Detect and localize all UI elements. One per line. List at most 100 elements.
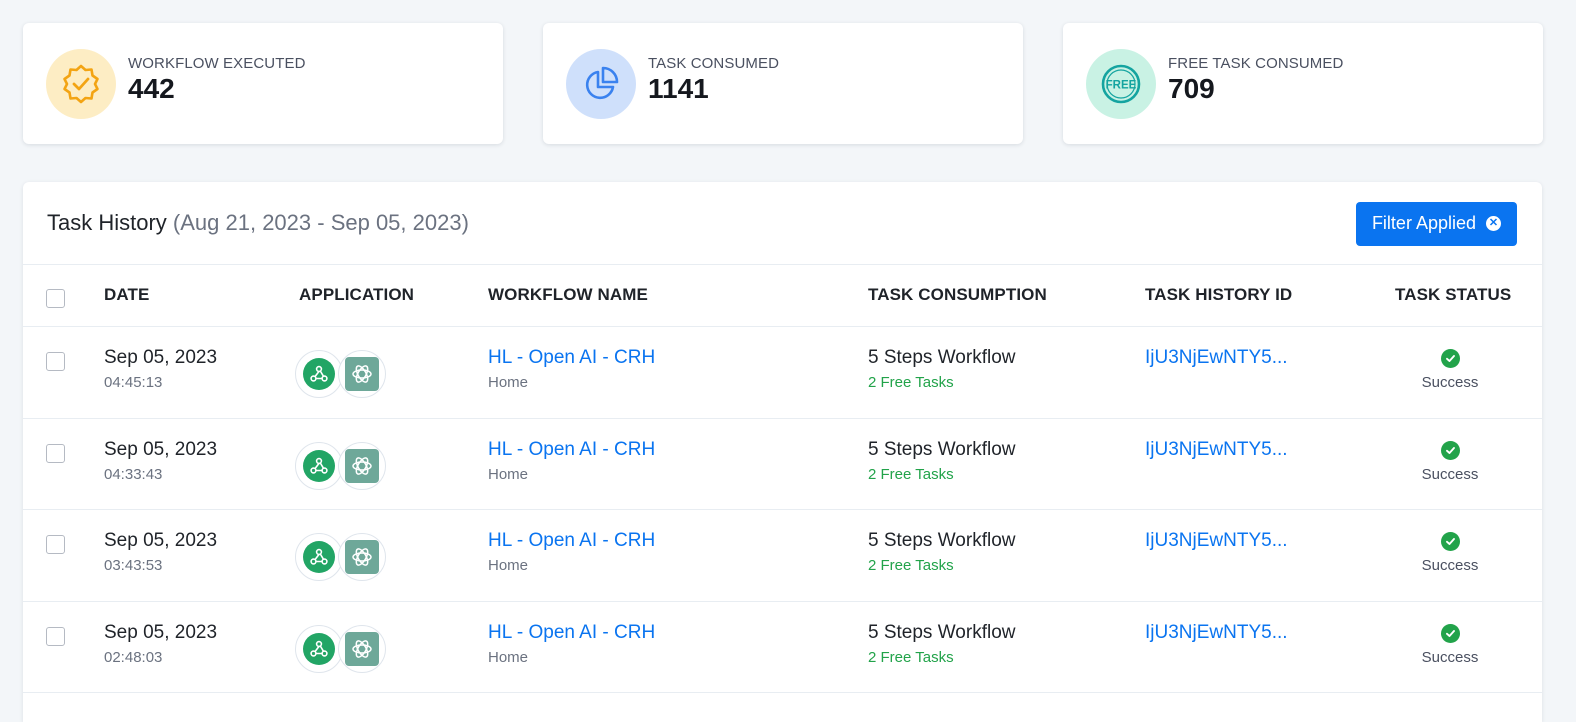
row-checkbox[interactable] xyxy=(46,443,65,463)
row-checkbox[interactable] xyxy=(46,626,65,646)
openai-app[interactable] xyxy=(338,533,386,581)
free-tasks: 2 Free Tasks xyxy=(868,557,954,574)
column-header-workflow-name[interactable]: WORKFLOW NAME xyxy=(488,285,648,305)
row-date: Sep 05, 2023 xyxy=(104,438,218,460)
status-cell: Success xyxy=(1390,440,1510,483)
stat-label: WORKFLOW EXECUTED xyxy=(128,54,306,72)
stat-card-workflow-executed: WORKFLOW EXECUTED 442 xyxy=(23,23,503,144)
workflow-name-link[interactable]: HL - Open AI - CRH xyxy=(488,347,655,369)
date-cell: Sep 05, 2023 04:45:13 xyxy=(104,347,217,391)
row-time: 04:33:43 xyxy=(104,465,163,483)
application-icons xyxy=(295,533,386,581)
webhook-icon xyxy=(310,548,328,565)
openai-app[interactable] xyxy=(338,441,386,490)
webhook-app[interactable] xyxy=(295,441,343,490)
application-icons xyxy=(295,624,386,673)
task-history-id-link[interactable]: IjU3NjEwNTY5... xyxy=(1145,622,1288,644)
date-cell: Sep 05, 2023 03:43:53 xyxy=(104,530,217,574)
column-header-task-consumption[interactable]: TASK CONSUMPTION xyxy=(868,285,1047,305)
application-icons xyxy=(295,350,386,398)
stat-value: 1141 xyxy=(648,72,709,104)
stat-card-free-task-consumed: FREE FREE TASK CONSUMED 709 xyxy=(1063,23,1543,144)
table-row[interactable]: Sep 05, 2023 04:33:43 HL - Open AI - CRH… xyxy=(23,419,1542,510)
free-tasks: 2 Free Tasks xyxy=(868,465,954,483)
openai-icon xyxy=(352,548,372,566)
workflow-folder: Home xyxy=(488,557,529,574)
steps-count: 5 Steps Workflow xyxy=(868,438,1016,460)
table-row[interactable]: Sep 05, 2023 02:48:03 HL - Open AI - CRH… xyxy=(23,602,1542,693)
webhook-app[interactable] xyxy=(295,533,343,581)
status-label: Success xyxy=(1421,557,1479,574)
consumption-cell: 5 Steps Workflow 2 Free Tasks xyxy=(868,622,1015,666)
clear-filter-icon[interactable]: ✕ xyxy=(1486,216,1501,231)
consumption-cell: 5 Steps Workflow 2 Free Tasks xyxy=(868,439,1015,483)
workflow-folder: Home xyxy=(488,648,529,666)
webhook-icon xyxy=(310,457,328,474)
workflow-cell: HL - Open AI - CRH Home xyxy=(488,347,655,391)
webhook-icon xyxy=(310,640,328,657)
workflow-cell: HL - Open AI - CRH Home xyxy=(488,439,655,483)
task-history-title: Task History xyxy=(47,210,167,235)
consumption-cell: 5 Steps Workflow 2 Free Tasks xyxy=(868,530,1015,574)
row-checkbox[interactable] xyxy=(46,535,65,554)
workflow-cell: HL - Open AI - CRH Home xyxy=(488,530,655,574)
svg-text:FREE: FREE xyxy=(1106,79,1137,91)
status-cell: Success xyxy=(1390,349,1510,391)
check-circle-icon xyxy=(1440,349,1460,368)
select-all-checkbox[interactable] xyxy=(46,289,65,308)
column-header-task-history-id[interactable]: TASK HISTORY ID xyxy=(1145,285,1292,305)
openai-icon xyxy=(352,456,372,475)
webhook-app[interactable] xyxy=(295,350,343,398)
task-history-id-link[interactable]: IjU3NjEwNTY5... xyxy=(1145,530,1288,552)
task-history-id-link[interactable]: IjU3NjEwNTY5... xyxy=(1145,347,1288,369)
row-date: Sep 05, 2023 xyxy=(104,530,218,551)
table-header: DATE APPLICATION WORKFLOW NAME TASK CONS… xyxy=(23,265,1542,327)
row-time: 02:48:03 xyxy=(104,648,163,666)
workflow-name-link[interactable]: HL - Open AI - CRH xyxy=(488,439,655,461)
webhook-icon xyxy=(310,365,328,382)
consumption-cell: 5 Steps Workflow 2 Free Tasks xyxy=(868,347,1015,391)
column-header-application[interactable]: APPLICATION xyxy=(299,285,414,305)
openai-icon xyxy=(352,639,372,658)
column-header-task-status[interactable]: TASK STATUS xyxy=(1395,285,1511,305)
status-label: Success xyxy=(1421,648,1479,666)
table-row[interactable]: Sep 05, 2023 03:43:53 HL - Open AI - CRH… xyxy=(23,510,1542,602)
free-icon: FREE xyxy=(1086,48,1156,119)
date-range: (Aug 21, 2023 - Sep 05, 2023) xyxy=(172,210,469,235)
openai-app[interactable] xyxy=(338,350,386,398)
application-icons xyxy=(295,441,386,490)
free-tasks: 2 Free Tasks xyxy=(868,648,954,666)
steps-count: 5 Steps Workflow xyxy=(868,347,1016,368)
filter-button-label: Filter Applied xyxy=(1371,213,1476,233)
pie-chart-icon xyxy=(566,48,636,119)
task-history-panel: Task History (Aug 21, 2023 - Sep 05, 202… xyxy=(23,182,1542,722)
table-row[interactable]: Sep 05, 2023 04:45:13 HL - Open AI - CRH… xyxy=(23,327,1542,419)
check-circle-icon xyxy=(1440,440,1460,460)
stat-card-task-consumed: TASK CONSUMED 1141 xyxy=(543,23,1023,144)
check-circle-icon xyxy=(1440,623,1460,643)
row-date: Sep 05, 2023 xyxy=(104,621,218,643)
webhook-app[interactable] xyxy=(295,624,343,673)
task-history-id-link[interactable]: IjU3NjEwNTY5... xyxy=(1145,439,1288,461)
workflow-name-link[interactable]: HL - Open AI - CRH xyxy=(488,622,655,644)
stats-row: WORKFLOW EXECUTED 442 TASK CONSUMED 1141… xyxy=(23,23,1543,144)
row-date: Sep 05, 2023 xyxy=(104,347,218,368)
openai-app[interactable] xyxy=(338,624,386,673)
workflow-folder: Home xyxy=(488,465,529,483)
stat-label: TASK CONSUMED xyxy=(648,54,780,72)
panel-title: Task History (Aug 21, 2023 - Sep 05, 202… xyxy=(47,210,469,236)
filter-applied-button[interactable]: Filter Applied ✕ xyxy=(1355,201,1517,246)
stat-label: FREE TASK CONSUMED xyxy=(1168,54,1344,72)
stat-value: 442 xyxy=(128,72,175,104)
openai-icon xyxy=(352,365,372,383)
column-header-date[interactable]: DATE xyxy=(104,285,149,305)
free-tasks: 2 Free Tasks xyxy=(868,374,954,391)
date-cell: Sep 05, 2023 04:33:43 xyxy=(104,439,217,483)
workflow-name-link[interactable]: HL - Open AI - CRH xyxy=(488,530,655,552)
stat-value: 709 xyxy=(1168,72,1215,104)
steps-count: 5 Steps Workflow xyxy=(868,530,1016,551)
status-label: Success xyxy=(1421,465,1479,483)
row-checkbox[interactable] xyxy=(46,352,65,371)
status-cell: Success xyxy=(1390,623,1510,666)
steps-count: 5 Steps Workflow xyxy=(868,621,1016,643)
